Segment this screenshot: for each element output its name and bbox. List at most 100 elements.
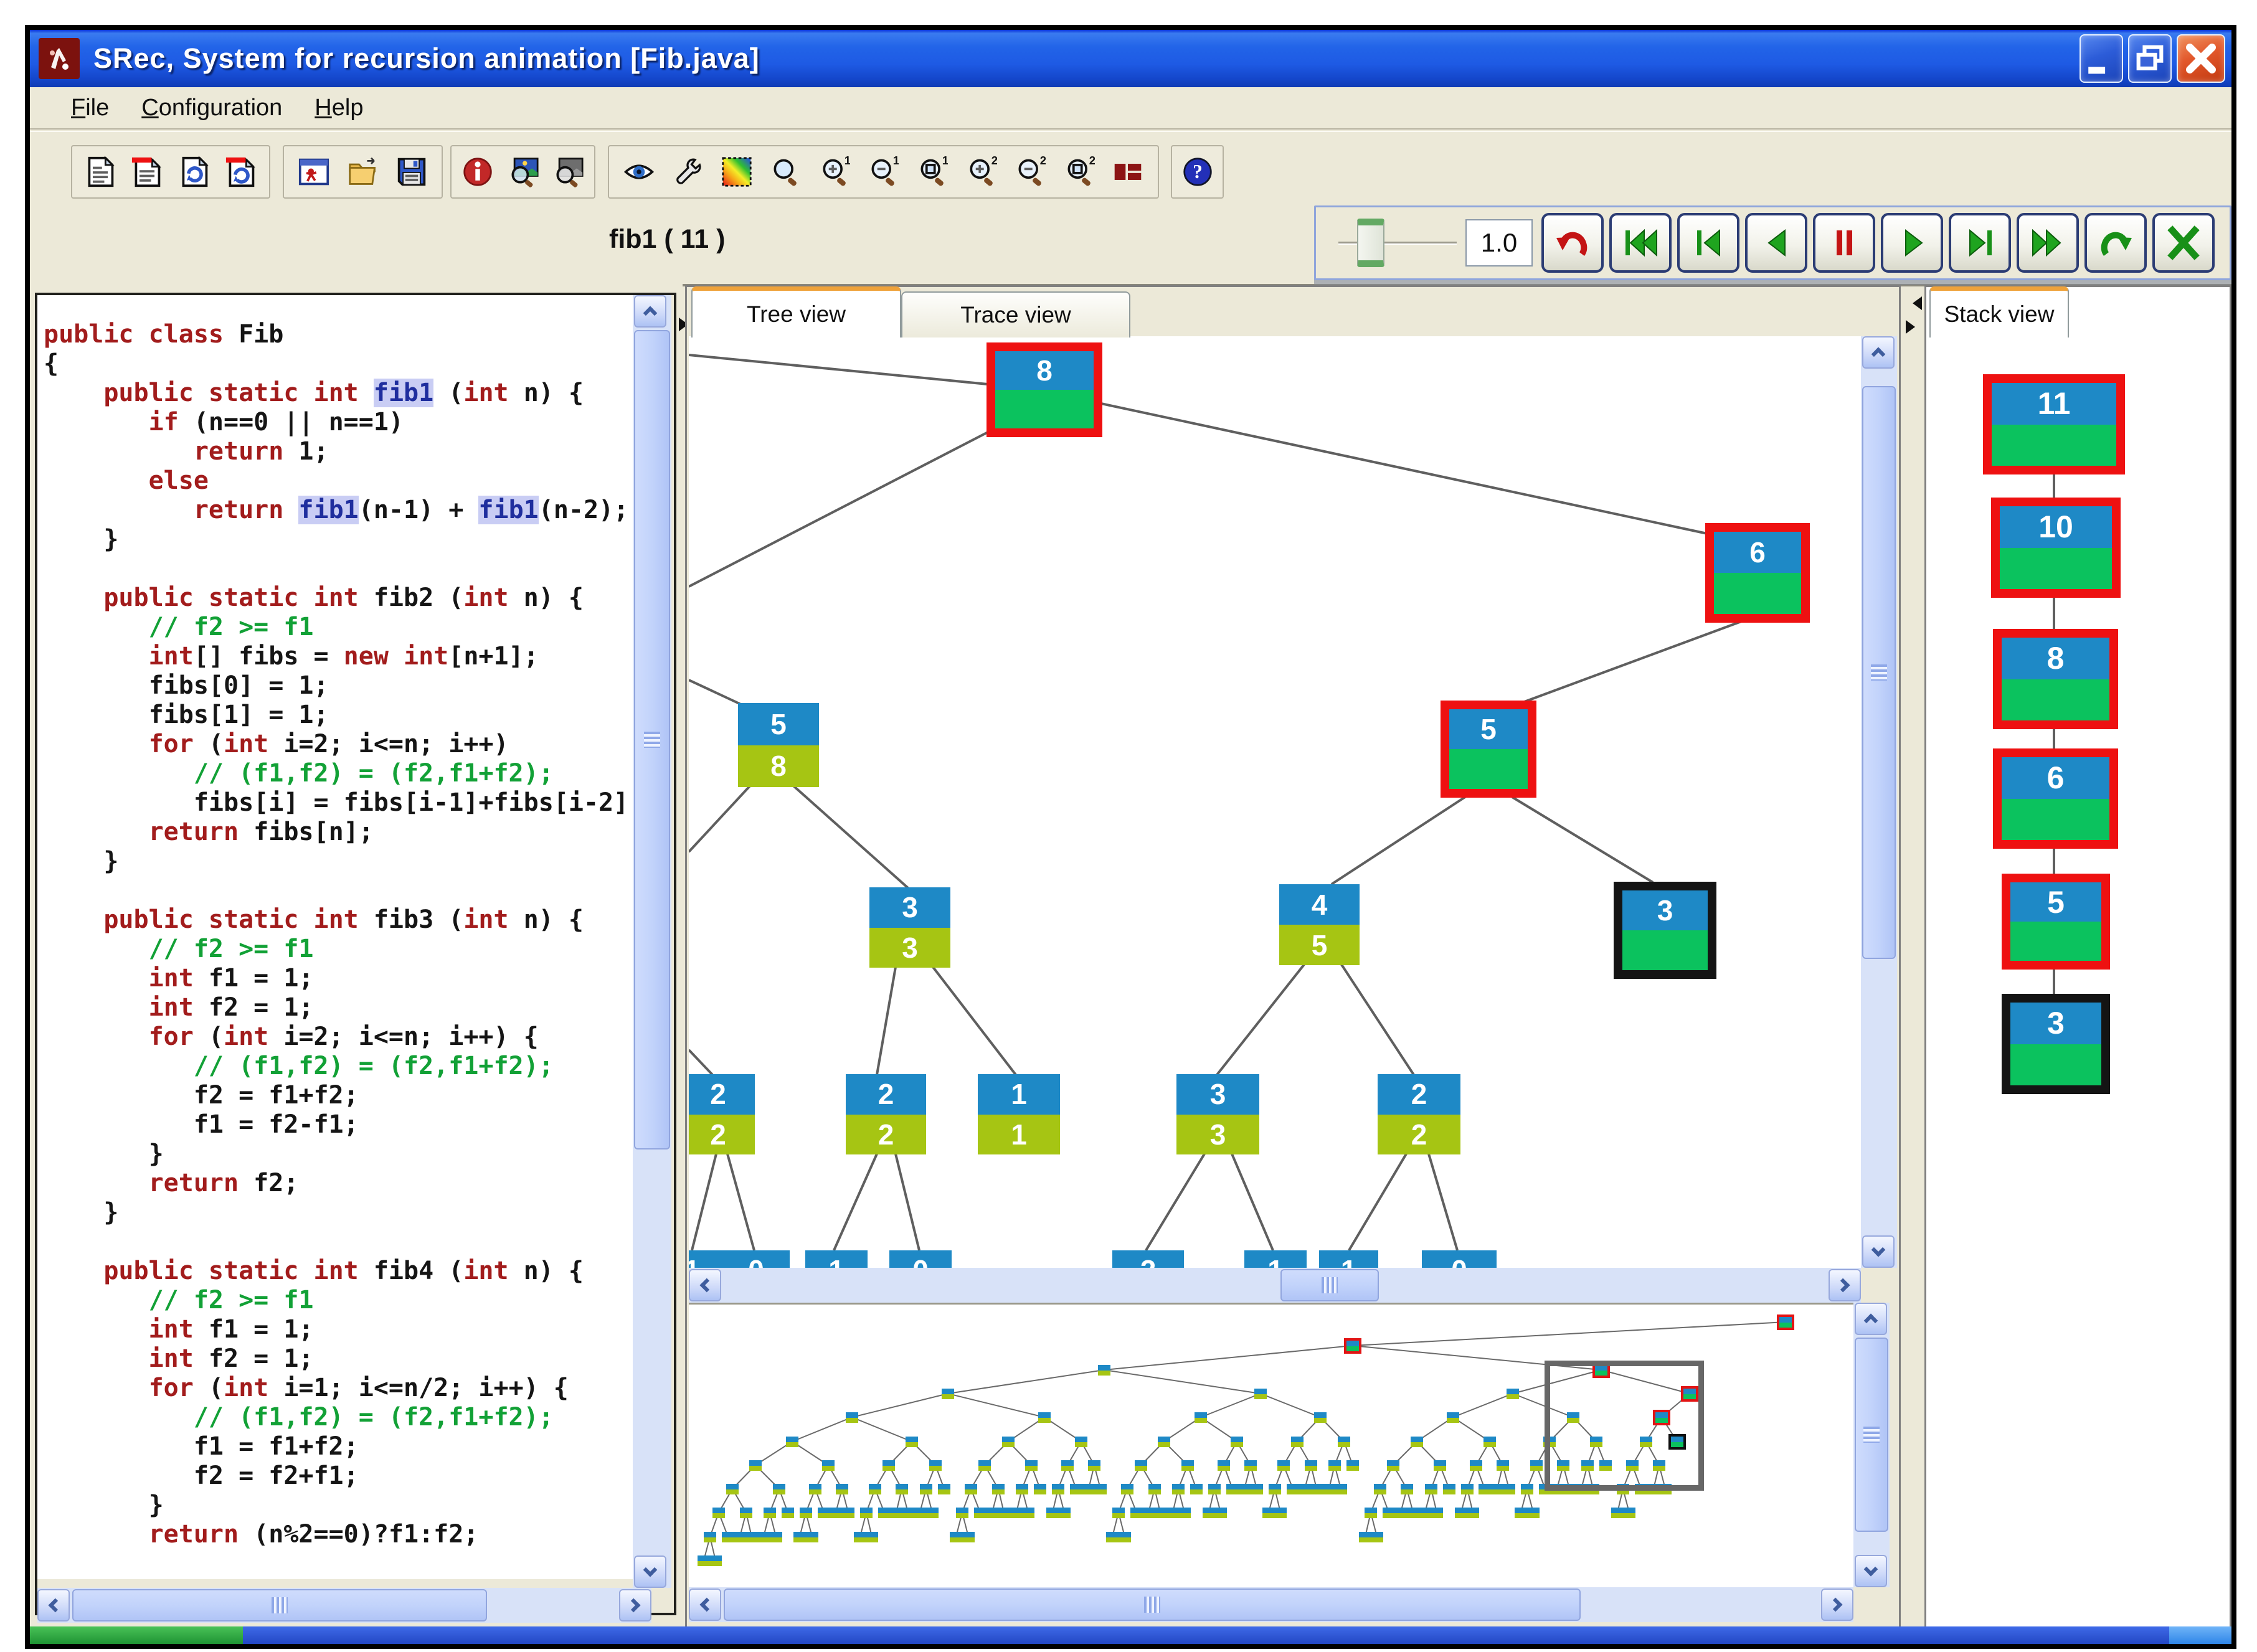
scroll-right-button[interactable]	[1821, 1588, 1853, 1621]
tree-node[interactable]: 8	[987, 342, 1102, 437]
stack-node[interactable]: 5	[2002, 874, 2110, 970]
titlebar[interactable]: SRec, System for recursion animation [Fi…	[30, 30, 2231, 87]
tree-node[interactable]: 01	[722, 1250, 790, 1268]
tree-node[interactable]: 33	[869, 887, 950, 968]
new-file-button[interactable]	[81, 150, 120, 194]
eye-button[interactable]	[620, 150, 658, 194]
stack-node[interactable]: 10	[1991, 498, 2121, 598]
tree-node[interactable]: 11	[1319, 1250, 1378, 1268]
tree-node[interactable]: 22	[1378, 1074, 1460, 1154]
minimap-horizontal-scrollbar[interactable]	[689, 1587, 1853, 1622]
tab-trace-view[interactable]: Trace view	[901, 291, 1130, 337]
tree-node[interactable]: 22	[846, 1074, 926, 1154]
zoom-fit-2-button[interactable]: 2	[1060, 150, 1099, 194]
undo-button[interactable]	[1541, 213, 1604, 273]
tree-node[interactable]: 6	[1705, 523, 1810, 623]
info-button[interactable]	[458, 150, 497, 194]
view-selection-button[interactable]	[504, 150, 542, 194]
close-button[interactable]	[2177, 34, 2225, 83]
tree-view-canvas[interactable]: 865583345322221133221101110122111101	[689, 336, 1861, 1268]
code-horizontal-scrollbar[interactable]	[37, 1588, 651, 1623]
stack-view-canvas[interactable]: 11 10 8 6 5 3	[1926, 336, 2230, 1627]
speed-input[interactable]	[1465, 219, 1533, 267]
tree-node[interactable]: 11	[805, 1250, 868, 1268]
scroll-down-button[interactable]	[1862, 1235, 1895, 1268]
magnifier-button[interactable]	[766, 150, 805, 194]
next-breakpoint-button[interactable]	[1949, 213, 2011, 273]
fast-forward-button[interactable]	[2017, 213, 2079, 273]
scroll-thumb[interactable]	[72, 1589, 487, 1621]
minimize-button[interactable]	[2080, 34, 2123, 83]
open-folder-button[interactable]	[344, 150, 382, 194]
scroll-up-button[interactable]	[1855, 1303, 1887, 1335]
tree-node[interactable]: 11	[978, 1074, 1060, 1154]
tree-node[interactable]: 33	[1176, 1074, 1259, 1154]
menu-item-file[interactable]: File	[55, 95, 125, 121]
menu-item-help[interactable]: Help	[298, 95, 379, 121]
scroll-thumb[interactable]	[1280, 1269, 1379, 1301]
scroll-left-button[interactable]	[37, 1589, 70, 1621]
tree-node[interactable]: 01	[889, 1250, 952, 1268]
play-button[interactable]	[1881, 213, 1943, 273]
tab-stack-view[interactable]: Stack view	[1929, 286, 2069, 337]
reload-file-button[interactable]	[175, 150, 214, 194]
splitter2-collapse-left-icon[interactable]	[1906, 296, 1922, 310]
stop-button[interactable]	[2152, 213, 2215, 273]
slider-track[interactable]	[1338, 242, 1457, 243]
splitter2-expand-right-icon[interactable]	[1906, 320, 1922, 334]
menu-item-configuration[interactable]: Configuration	[125, 95, 298, 121]
view-selection-gray-button[interactable]	[549, 150, 587, 194]
stack-node[interactable]: 11	[1983, 374, 2125, 474]
code-vertical-scrollbar[interactable]	[633, 295, 671, 1588]
close-file-button[interactable]	[128, 150, 166, 194]
slider-thumb[interactable]	[1357, 219, 1384, 267]
stack-node[interactable]: 6	[1993, 748, 2118, 849]
help-button[interactable]: ?	[1178, 150, 1217, 194]
colors-button[interactable]	[717, 150, 756, 194]
scroll-thumb[interactable]	[1862, 386, 1896, 959]
overview-minimap[interactable]	[689, 1303, 1853, 1587]
zoom-out-1-button[interactable]: 1	[864, 150, 902, 194]
scroll-right-button[interactable]	[1829, 1269, 1861, 1301]
tree-horizontal-scrollbar[interactable]	[689, 1268, 1861, 1303]
tree-node[interactable]: 11	[689, 1250, 727, 1268]
scroll-up-button[interactable]	[634, 295, 666, 328]
restore-button[interactable]	[2128, 34, 2172, 83]
scroll-left-button[interactable]	[689, 1269, 721, 1301]
scroll-up-button[interactable]	[1862, 336, 1895, 369]
zoom-fit-1-button[interactable]: 1	[913, 150, 952, 194]
panels-button[interactable]	[1109, 150, 1147, 194]
minimap-vertical-scrollbar[interactable]	[1853, 1303, 1890, 1587]
speed-slider[interactable]	[1338, 214, 1457, 271]
scroll-thumb[interactable]	[724, 1588, 1581, 1621]
tree-node[interactable]: 3	[1614, 882, 1716, 979]
go-first-button[interactable]	[1609, 213, 1672, 273]
tree-vertical-scrollbar[interactable]	[1861, 336, 1897, 1268]
tree-node[interactable]: 01	[1422, 1250, 1497, 1268]
tree-node[interactable]: 45	[1279, 884, 1360, 965]
scroll-thumb[interactable]	[634, 330, 670, 1149]
tree-node[interactable]: 5	[1441, 701, 1536, 798]
scroll-left-button[interactable]	[689, 1588, 721, 1621]
prev-breakpoint-button[interactable]	[1677, 213, 1739, 273]
scroll-down-button[interactable]	[634, 1555, 666, 1588]
stack-node[interactable]: 3	[2002, 994, 2110, 1094]
zoom-in-1-button[interactable]: 1	[815, 150, 854, 194]
save-button[interactable]	[392, 150, 431, 194]
stack-node[interactable]: 8	[1993, 629, 2118, 729]
wrench-button[interactable]	[668, 150, 707, 194]
tree-node[interactable]: 22	[689, 1074, 755, 1154]
run-animation-button[interactable]	[295, 150, 333, 194]
scroll-down-button[interactable]	[1855, 1555, 1887, 1587]
step-back-button[interactable]	[1745, 213, 1807, 273]
reload-close-file-button[interactable]	[222, 150, 260, 194]
scroll-thumb[interactable]	[1855, 1338, 1888, 1532]
pause-button[interactable]	[1813, 213, 1875, 273]
tree-node[interactable]: 58	[738, 703, 819, 787]
zoom-in-2-button[interactable]: 2	[962, 150, 1001, 194]
minimap-viewport[interactable]	[1545, 1361, 1704, 1491]
scroll-right-button[interactable]	[619, 1589, 651, 1621]
tab-tree-view[interactable]: Tree view	[691, 286, 901, 337]
zoom-out-2-button[interactable]: 2	[1011, 150, 1049, 194]
tree-node[interactable]: 22	[1112, 1250, 1184, 1268]
